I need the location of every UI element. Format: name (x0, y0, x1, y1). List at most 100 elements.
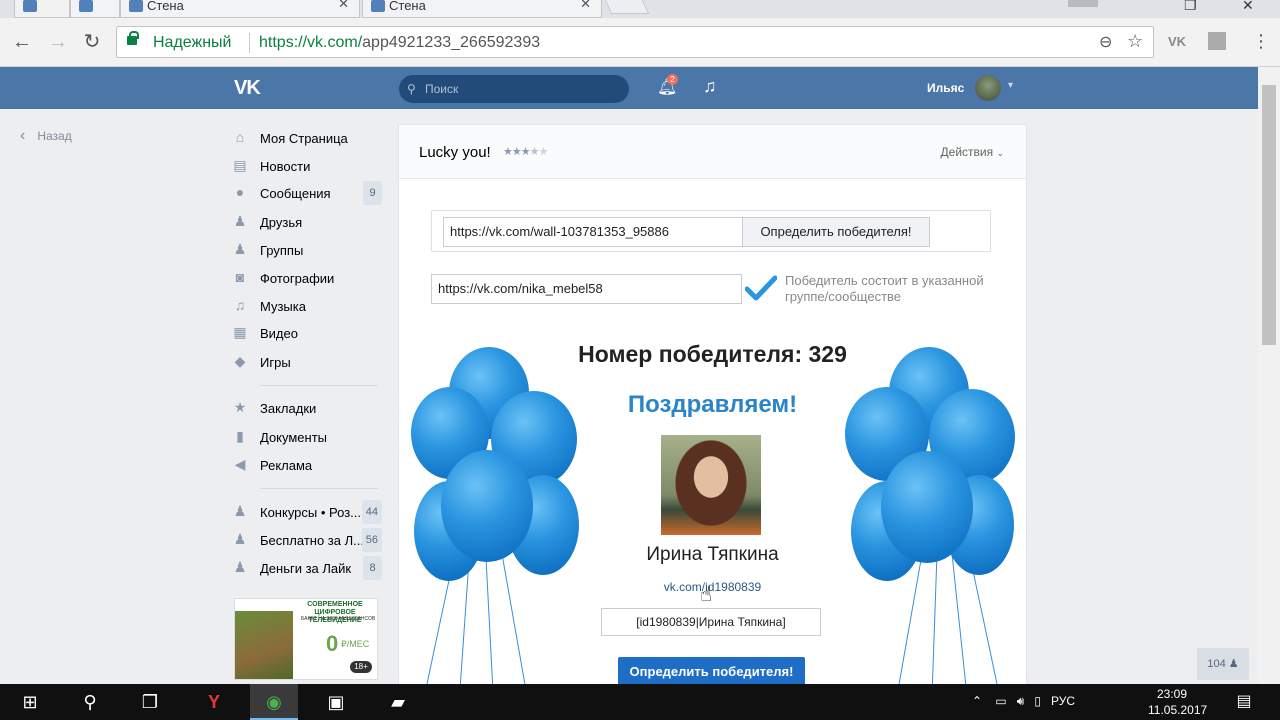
sidebar-item-group-contests[interactable]: ♟ Конкурсы • Роз... 44 (232, 500, 382, 524)
vk-extension-icon[interactable]: VK (1168, 34, 1186, 49)
clock-time: 23:09 (1156, 687, 1188, 701)
chevron-up-icon[interactable]: ⌃ (972, 694, 982, 708)
tab-wall-1[interactable]: Стена ✕ (120, 0, 360, 18)
groups-icon: ♟ (233, 559, 247, 575)
search-placeholder: Поиск (425, 82, 459, 96)
sidebar-item-label: Группы (260, 243, 304, 258)
sidebar-item-groups[interactable]: ♟ Группы (232, 238, 382, 262)
sidebar-item-bookmarks[interactable]: ★ Закладки (232, 396, 382, 420)
groups-icon: ♟ (233, 531, 247, 547)
user-name[interactable]: Ильяс (927, 81, 964, 95)
counter-value: 104 (1207, 658, 1226, 670)
age-rating-badge: 18+ (350, 661, 372, 673)
search-icon[interactable]: ⚲ (66, 684, 114, 720)
vk-favicon-icon (371, 0, 385, 12)
volume-icon[interactable]: 🔊︎ (1017, 694, 1025, 708)
close-tab-icon[interactable]: ✕ (580, 0, 591, 10)
back-link[interactable]: ‹ Назад (20, 127, 72, 145)
tab-label: Стена (389, 0, 426, 13)
sidebar-item-label: Сообщения (260, 186, 331, 201)
yandex-browser-icon[interactable]: Y (190, 684, 238, 720)
avatar[interactable] (975, 75, 1001, 101)
bookmark-star-icon[interactable]: ☆ (1127, 31, 1143, 52)
restore-icon[interactable]: ❐ (1184, 0, 1197, 14)
divider (260, 385, 378, 386)
group-url-input[interactable]: https://vk.com/nika_mebel58 (431, 274, 742, 304)
tab-vk-app[interactable] (14, 0, 70, 18)
sidebar-item-friends[interactable]: ♟ Друзья (232, 210, 382, 234)
secure-label: Надежный (153, 34, 232, 51)
vk-logo[interactable]: VK (234, 77, 261, 100)
determine-winner-button[interactable]: Определить победителя! (742, 217, 930, 247)
sidebar-item-games[interactable]: ◆ Игры (232, 350, 382, 374)
minimize-button[interactable] (1068, 0, 1098, 7)
tab-wall-2[interactable]: Стена ✕ (362, 0, 602, 18)
reload-icon[interactable]: ↻ (80, 30, 104, 54)
post-url-input[interactable]: https://vk.com/wall-103781353_95886 (443, 217, 743, 247)
sidebar-item-label: Конкурсы • Роз... (260, 505, 361, 520)
back-arrow-icon[interactable]: ← (10, 30, 34, 54)
chrome-icon[interactable]: ◉ (250, 684, 298, 720)
close-tab-icon[interactable]: ✕ (338, 0, 349, 10)
count-badge: 56 (361, 528, 382, 552)
winner-code-field[interactable]: [id1980839|Ирина Тяпкина] (601, 608, 821, 636)
sidebar-item-video[interactable]: ▦ Видео (232, 321, 382, 345)
video-icon: ▦ (233, 324, 247, 340)
browser-toolbar: ← → ↻ Надежный https://vk.com/app4921233… (0, 18, 1280, 67)
battery-icon[interactable]: ▯ (1034, 694, 1041, 708)
vk-favicon-icon (129, 0, 143, 12)
checkmark-icon (745, 275, 777, 301)
new-tab-button[interactable] (604, 0, 650, 14)
sidebar-item-music[interactable]: ♫ Музыка (232, 294, 382, 318)
tab-vk[interactable] (70, 0, 120, 18)
task-view-icon[interactable]: ❐ (126, 684, 174, 720)
rating-stars: ★★★★★ (503, 146, 548, 158)
sidebar-item-label: Моя Страница (260, 131, 348, 146)
ad-banner[interactable]: СОВРЕМЕННОЕ ЦИФРОВОЕ ТЕЛЕВИДЕНИЕ БАКЕТ Н… (234, 598, 378, 680)
forward-arrow-icon[interactable]: → (46, 30, 70, 54)
determine-winner-primary-button[interactable]: Определить победителя! (618, 657, 805, 685)
language-indicator[interactable]: РУС (1051, 694, 1075, 708)
vk-favicon-icon (79, 0, 93, 12)
actions-dropdown[interactable]: Действия ⌄ (941, 145, 1004, 159)
person-icon: ♟ (1228, 658, 1239, 670)
count-badge: 44 (361, 500, 382, 524)
sidebar-item-news[interactable]: ▤ Новости (232, 154, 382, 178)
sidebar-item-label: Деньги за Лайк (260, 561, 352, 576)
vk-favicon-icon (23, 0, 37, 12)
music-note-icon[interactable]: ♫ (703, 76, 717, 97)
sidebar-item-documents[interactable]: ▮ Документы (232, 425, 382, 449)
sidebar-item-my-page[interactable]: ⌂ Моя Страница (232, 126, 382, 150)
sidebar-item-group-free[interactable]: ♟ Бесплатно за Л... 56 (232, 528, 382, 552)
display-icon[interactable]: ▭ (995, 694, 1006, 708)
chevron-down-icon[interactable]: ▾ (1008, 80, 1013, 91)
winner-photo[interactable] (661, 435, 761, 535)
actions-label: Действия (940, 145, 994, 159)
congrats-heading: Поздравляем! (627, 391, 798, 418)
pdf-extension-icon[interactable] (1208, 32, 1226, 50)
address-bar[interactable]: Надежный https://vk.com/app4921233_26659… (116, 26, 1154, 58)
windows-start-icon[interactable]: ⊞ (6, 684, 54, 720)
sidebar-item-group-money[interactable]: ♟ Деньги за Лайк 8 (232, 556, 382, 580)
winner-profile-link[interactable]: vk.com/id1980839 (399, 580, 1026, 594)
close-window-icon[interactable]: ✕ (1242, 0, 1254, 14)
search-input[interactable]: ⚲ Поиск (399, 75, 629, 103)
app-window-icon[interactable]: ▣ (312, 684, 360, 720)
notes-app-icon[interactable]: ▰ (374, 684, 422, 720)
sidebar-item-label: Фотографии (260, 271, 335, 286)
sidebar-item-photos[interactable]: ◙ Фотографии (232, 266, 382, 290)
groups-icon: ♟ (233, 241, 247, 257)
scrollbar-thumb[interactable] (1262, 85, 1276, 345)
sidebar-item-messages[interactable]: ● Сообщения 9 (232, 181, 382, 205)
notification-center-icon[interactable]: ▤ (1220, 684, 1268, 720)
menu-dots-icon[interactable]: ⋮ (1252, 31, 1270, 52)
sidebar-item-ads[interactable]: ◀ Реклама (232, 453, 382, 477)
count-badge: 9 (363, 181, 382, 205)
tab-label: Стена (147, 0, 184, 13)
divider (249, 33, 250, 53)
home-icon: ⌂ (235, 129, 245, 145)
online-counter[interactable]: 104 ♟ (1197, 648, 1249, 680)
music-icon: ♫ (234, 297, 246, 313)
zoom-icon[interactable]: ⊖ (1099, 32, 1112, 52)
clock[interactable]: 23:09 11.05.2017 (1148, 686, 1207, 718)
